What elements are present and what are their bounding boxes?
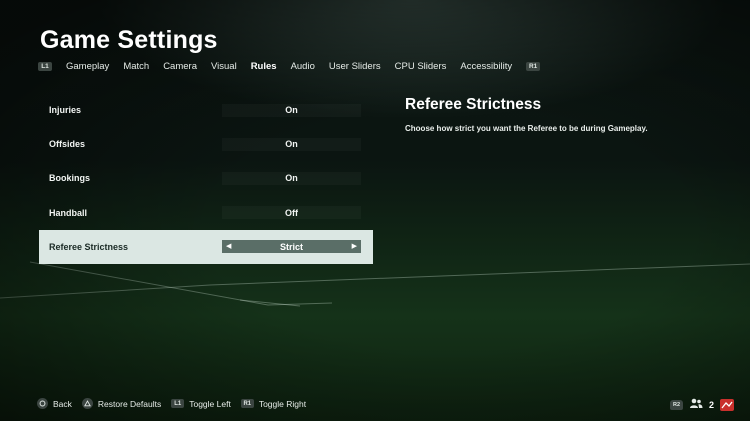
tab-rules[interactable]: Rules — [251, 61, 277, 72]
triangle-button-icon — [81, 398, 93, 409]
setting-value[interactable]: Off — [222, 206, 361, 219]
friends-icon[interactable] — [689, 398, 703, 411]
l1-button-icon: L1 — [171, 399, 185, 408]
tab-gameplay[interactable]: Gameplay — [66, 61, 109, 72]
restore-defaults-hint[interactable]: Restore Defaults — [81, 398, 162, 409]
friends-count: 2 — [709, 399, 715, 410]
tab-accessibility[interactable]: Accessibility — [460, 61, 512, 72]
tab-cpu-sliders[interactable]: CPU Sliders — [395, 61, 447, 72]
circle-button-icon — [37, 398, 48, 409]
toggle-right-label: Toggle Right — [258, 398, 307, 409]
setting-label: Offsides — [49, 139, 86, 150]
setting-value[interactable]: On — [222, 138, 361, 151]
setting-row-injuries[interactable]: Injuries On — [39, 93, 373, 127]
setting-value[interactable]: On — [222, 104, 361, 117]
settings-list: Injuries On Offsides On Bookings On Hand… — [39, 93, 373, 264]
back-label: Back — [53, 398, 72, 409]
r1-button-icon: R1 — [240, 399, 254, 408]
tab-visual[interactable]: Visual — [211, 61, 237, 72]
tab-audio[interactable]: Audio — [291, 61, 315, 72]
toggle-left-hint[interactable]: L1 Toggle Left — [171, 399, 231, 409]
setting-label: Bookings — [49, 173, 91, 184]
setting-row-bookings[interactable]: Bookings On — [39, 161, 373, 195]
r2-button-icon[interactable]: R2 — [670, 399, 683, 410]
restore-defaults-label: Restore Defaults — [97, 398, 162, 409]
setting-label: Handball — [49, 207, 88, 218]
footer-hints: Back Restore Defaults L1 Toggle Left R1 … — [37, 398, 306, 409]
setting-row-offsides[interactable]: Offsides On — [39, 127, 373, 161]
tab-user-sliders[interactable]: User Sliders — [329, 61, 381, 72]
arrow-left-icon[interactable]: ◀ — [226, 242, 231, 250]
setting-value[interactable]: On — [222, 172, 361, 185]
toggle-left-label: Toggle Left — [189, 398, 231, 409]
setting-value: Strict — [279, 241, 303, 252]
setting-row-handball[interactable]: Handball Off — [39, 196, 373, 230]
description-title: Referee Strictness — [405, 96, 542, 113]
setting-label: Injuries — [49, 105, 82, 116]
l1-button-icon[interactable]: L1 — [38, 62, 52, 71]
tab-bar: L1 Gameplay Match Camera Visual Rules Au… — [38, 61, 541, 72]
tab-camera[interactable]: Camera — [163, 61, 197, 72]
page-title: Game Settings — [40, 26, 218, 54]
tab-match[interactable]: Match — [123, 61, 149, 72]
setting-label: Referee Strictness — [49, 241, 129, 252]
arrow-right-icon[interactable]: ▶ — [352, 242, 357, 250]
setting-value-selector[interactable]: ◀ Strict ▶ — [222, 240, 361, 254]
setting-row-referee-strictness[interactable]: Referee Strictness ◀ Strict ▶ — [39, 229, 373, 264]
corner-status: R2 2 — [670, 398, 735, 411]
description-text: Choose how strict you want the Referee t… — [405, 124, 648, 133]
back-hint[interactable]: Back — [37, 398, 72, 409]
r1-button-icon[interactable]: R1 — [526, 62, 541, 71]
notification-alert-icon[interactable] — [720, 398, 735, 411]
toggle-right-hint[interactable]: R1 Toggle Right — [240, 398, 307, 409]
